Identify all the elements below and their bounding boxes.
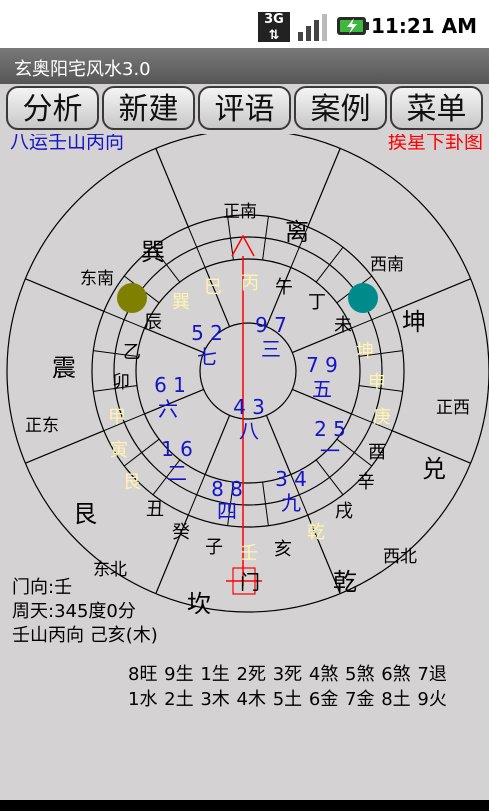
mountain-divider [315, 246, 344, 283]
clock: 11:21 AM [370, 14, 477, 38]
mountain-xu: 戌 [335, 501, 353, 522]
palace-w-period: 一 [320, 439, 340, 463]
trigram-qian: 乾 [333, 568, 357, 596]
tab-bar: 分析 新建 评语 案例 菜单 [6, 86, 486, 132]
door-direction-text: 门向:壬 [12, 577, 73, 598]
mountain-divider [187, 474, 206, 516]
trigram-li: 离 [285, 218, 309, 246]
mountain-si: 巳 [204, 277, 222, 298]
mountain-wei: 未 [334, 315, 352, 336]
mountain-ren: 壬 [240, 543, 258, 564]
mountain-you: 酉 [368, 442, 386, 463]
mountain-yi: 乙 [123, 342, 141, 363]
mountain-zi: 子 [205, 537, 223, 558]
palace-w-stars: 2 5 [314, 417, 346, 441]
chart-type-label: 挨星下卦图 [388, 134, 483, 153]
palace-s-stars: 9 7 [255, 313, 287, 337]
palace-nw-stars: 3 4 [275, 467, 307, 491]
palace-sw-period: 五 [312, 377, 332, 401]
dir-northeast: 东北 [93, 560, 127, 580]
trigram-kan: 坎 [187, 590, 211, 614]
palace-nw-period: 九 [281, 491, 301, 515]
palace-n-period: 四 [217, 499, 237, 523]
trigram-gen: 艮 [73, 500, 97, 528]
mountain-qian: 乾 [307, 522, 325, 543]
mountain-xin: 辛 [357, 472, 375, 493]
mountain-xun: 巽 [172, 292, 190, 313]
mountain-divider [351, 310, 393, 329]
chart-mountain-label: 八运壬山丙向 [10, 134, 124, 153]
star-element-legend: 1水 2土 3木 4木 5土 6金 7金 8土 9火 [128, 689, 447, 710]
dir-west: 正西 [436, 398, 470, 418]
palace-e-period: 六 [158, 397, 178, 421]
door-label: 门 [240, 570, 260, 594]
bottom-edge [0, 800, 489, 811]
mountain-chou: 丑 [146, 499, 164, 520]
needle-arrow [231, 234, 255, 257]
mountain-shen: 申 [368, 372, 386, 393]
app-title: 玄奥阳宅风水3.0 [14, 59, 151, 80]
battery-charging-icon [337, 17, 369, 35]
mountain-mao: 卯 [112, 372, 130, 393]
mountain-kun: 坤 [356, 341, 374, 362]
trigram-zhen: 震 [52, 354, 76, 382]
status-bar: 3G ⇅ 11:21 AM [0, 0, 489, 48]
network-label: 3G [264, 12, 284, 27]
palace-se-stars: 5 2 [191, 321, 223, 345]
mountain-text: 壬山丙向 己亥(木) [12, 625, 158, 646]
dir-northwest: 西北 [383, 547, 417, 567]
mountain-chen: 辰 [144, 312, 162, 333]
dir-southwest: 西南 [370, 255, 404, 275]
tab-cases[interactable]: 案例 [294, 86, 387, 130]
app-title-bar: 玄奥阳宅风水3.0 [0, 48, 489, 84]
tab-comments[interactable]: 评语 [198, 86, 291, 130]
mountain-gui: 癸 [172, 522, 190, 543]
palace-sw-stars: 7 9 [306, 353, 338, 377]
palace-e-stars: 6 1 [154, 373, 186, 397]
signal-icon [298, 14, 327, 41]
tab-new[interactable]: 新建 [102, 86, 195, 130]
mountain-divider [336, 438, 373, 467]
mountain-jia: 甲 [108, 407, 126, 428]
palace-se-period: 七 [197, 345, 217, 369]
trigram-xun: 巽 [141, 238, 165, 266]
mountain-divider [315, 459, 344, 496]
mountain-bing: 丙 [241, 273, 259, 294]
palace-center-stars: 4 3 [233, 395, 265, 419]
mountain-divider [103, 310, 145, 329]
mountain-ding: 丁 [308, 292, 326, 313]
feng-shui-chart: 八运壬山丙向 挨星下卦图 正南 西南 正西 西北 正北 东北 正东 东南 离 坤… [6, 134, 489, 614]
palace-ne-stars: 1 6 [161, 437, 193, 461]
degree-text: 周天:345度0分 [12, 601, 136, 622]
main-content: 分析 新建 评语 案例 菜单 八运壬山丙向 挨星下卦图 正南 西南 正西 西北 … [0, 84, 489, 811]
mountain-divider [187, 226, 206, 268]
tab-menu[interactable]: 菜单 [390, 86, 483, 130]
trigram-kun: 坤 [402, 308, 426, 336]
mountain-gen: 艮 [123, 472, 141, 493]
olive-dot-icon [117, 283, 147, 313]
mountain-geng: 庚 [373, 407, 391, 428]
palace-s-period: 三 [261, 337, 281, 361]
palace-ne-period: 二 [167, 461, 187, 485]
dir-east: 正东 [25, 416, 59, 436]
palace-n-stars: 8 8 [211, 477, 243, 501]
mountain-yin: 寅 [110, 440, 128, 461]
tab-analyze[interactable]: 分析 [6, 86, 99, 130]
dir-southeast: 东南 [80, 269, 114, 289]
mountain-divider [123, 438, 160, 467]
network-3g-icon: 3G ⇅ [258, 12, 290, 43]
trigram-dui: 兑 [422, 455, 446, 483]
palace-center-period: 八 [239, 419, 259, 443]
star-meaning-legend: 8旺 9生 1生 2死 3死 4煞 5煞 6煞 7退 [128, 664, 447, 685]
teal-dot-icon [348, 283, 378, 313]
mountain-wu: 午 [275, 277, 293, 298]
dir-south: 正南 [223, 202, 257, 222]
